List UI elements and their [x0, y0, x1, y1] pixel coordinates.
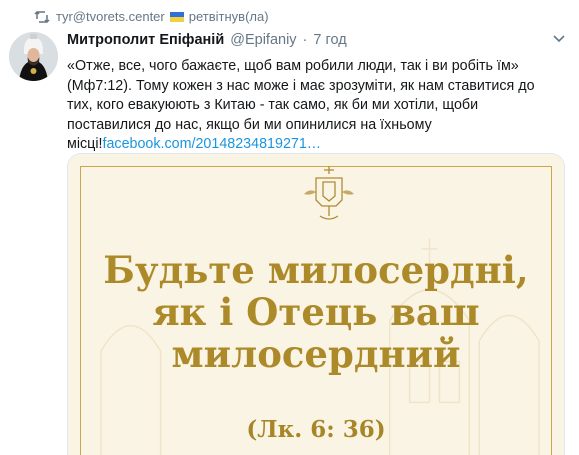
avatar-image	[9, 32, 58, 81]
poster-title-line: як і Отець ваш	[152, 290, 480, 334]
separator-dot: ·	[302, 32, 308, 48]
tweet-text-line: «Отже, все, чого бажаєте, щоб вам робили…	[67, 58, 519, 74]
retweet-icon	[34, 10, 50, 23]
tweet-text-line: (Мф7:12). Тому кожен з нас може і має зр…	[67, 77, 535, 94]
poster-title: Будьте милосердні, як і Отець ваш милосе…	[68, 249, 564, 375]
author-avatar[interactable]	[9, 32, 58, 81]
retweet-action-label: ретвітнув(ла)	[188, 9, 269, 24]
poster-scripture-reference: (Лк. 6: 36)	[246, 416, 386, 443]
chevron-down-icon[interactable]	[552, 34, 566, 44]
facebook-link[interactable]: facebook.com/20148234819271…	[103, 136, 322, 152]
cross-ornament-icon	[304, 166, 354, 220]
tweet-header: Митрополит Епіфаній @Epifaniy · 7 год	[67, 32, 347, 48]
tweet-text-fragment: місці!	[67, 136, 103, 152]
ukraine-flag-icon	[169, 11, 184, 22]
author-name[interactable]: Митрополит Епіфаній	[67, 32, 224, 48]
tweet-text-line: тих, кого евакуюють з Китаю - так само, …	[67, 97, 479, 113]
tweet-timestamp[interactable]: 7 год	[313, 32, 346, 48]
tweet-media-image[interactable]: Будьте милосердні, як і Отець ваш милосе…	[67, 153, 565, 455]
tweet-text: «Отже, все, чого бажаєте, щоб вам робили…	[67, 57, 565, 155]
poster-title-line: Будьте милосердні,	[103, 248, 529, 292]
author-handle[interactable]: @Epifaniy	[230, 32, 296, 48]
retweet-context: тyr@tvorets.center ретвітнув(ла)	[34, 9, 269, 24]
tweet-text-line: поставилися до нас, якщо би ми опинилися…	[67, 116, 432, 133]
poster-title-line: милосердний	[171, 332, 461, 376]
retweeter-name[interactable]: тyr@tvorets.center	[56, 9, 165, 24]
tweet-text-last-line: місці!facebook.com/20148234819271…	[67, 135, 565, 155]
